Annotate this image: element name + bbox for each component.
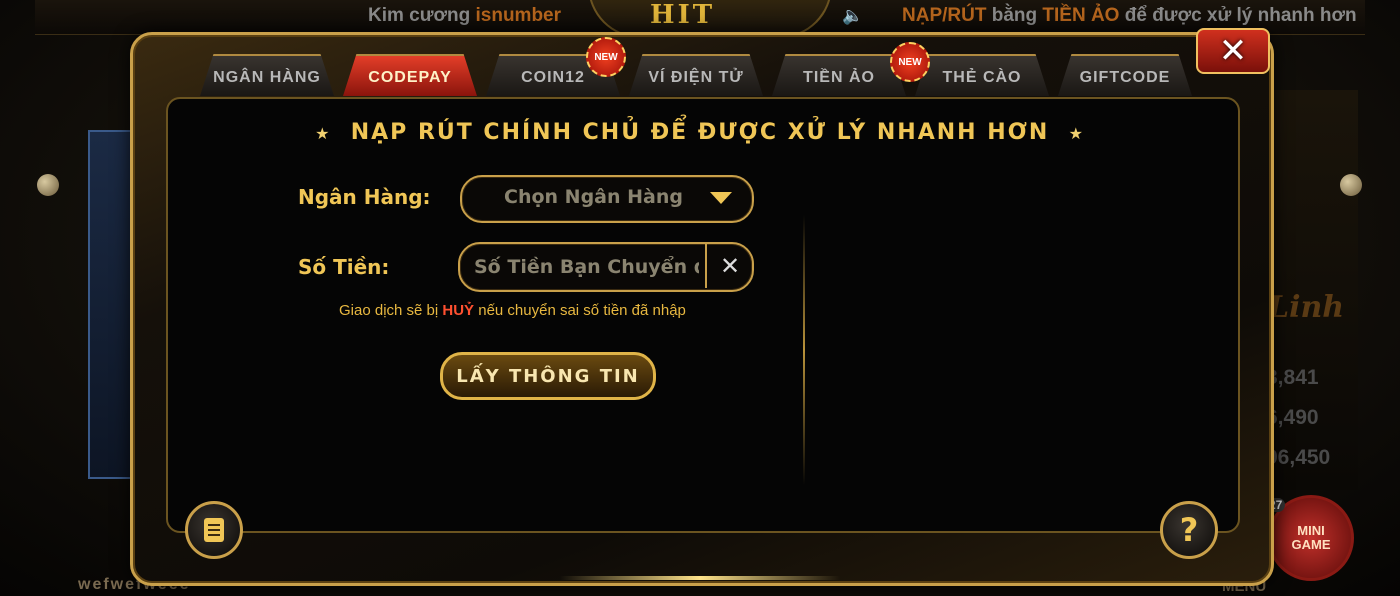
tab-label: NGÂN HÀNG: [213, 69, 321, 86]
get-info-button[interactable]: LẤY THÔNG TIN: [440, 352, 656, 400]
chevron-down-icon[interactable]: [710, 192, 732, 204]
tab-vi-dien-tu[interactable]: VÍ ĐIỆN TỬ: [629, 54, 763, 96]
bank-select-value: Chọn Ngân Hàng: [504, 186, 683, 208]
tab-label: GIFTCODE: [1079, 69, 1171, 86]
bottom-glow: [560, 576, 840, 580]
mini-game-label: MINI: [1297, 523, 1325, 538]
tab-giftcode[interactable]: GIFTCODE: [1058, 54, 1192, 96]
help-button[interactable]: ?: [1160, 501, 1218, 559]
tab-label: VÍ ĐIỆN TỬ: [648, 69, 744, 86]
speaker-icon[interactable]: 🔈: [842, 6, 863, 26]
jackpot-value: 96,450: [1266, 446, 1331, 469]
modal-content-panel: [166, 97, 1240, 533]
page-title: ★ NẠP RÚT CHÍNH CHỦ ĐỂ ĐƯỢC XỬ LÝ NHANH …: [315, 120, 1085, 145]
tab-label: TIỀN ẢO: [803, 69, 875, 86]
left-game-card[interactable]: [88, 130, 136, 479]
notes-icon: [204, 518, 224, 542]
game-name: Linh: [1268, 290, 1345, 325]
ornament-icon: [37, 174, 59, 196]
marquee-right: NẠP/RÚT bằng TIỀN ẢO để được xử lý nhanh…: [902, 5, 1357, 26]
history-button[interactable]: [185, 501, 243, 559]
close-icon: ✕: [1218, 31, 1248, 71]
close-icon: ✕: [719, 252, 741, 280]
new-badge: NEW: [890, 42, 930, 82]
hit-logo: HIT: [650, 0, 716, 30]
tab-codepay[interactable]: CODEPAY: [343, 54, 477, 96]
ornament-icon: [1340, 174, 1362, 196]
amount-label: Số Tiền:: [298, 255, 390, 279]
mini-game-label: GAME: [1291, 537, 1331, 552]
tab-the-cao[interactable]: THẺ CÀO: [915, 54, 1049, 96]
marquee-left: Kim cương isnumber: [368, 5, 562, 26]
tab-label: COIN12: [521, 69, 585, 86]
tab-tien-ao[interactable]: TIỀN ẢO: [772, 54, 906, 96]
amount-placeholder: Số Tiền Bạn Chuyển đ: [474, 256, 699, 278]
close-button[interactable]: ✕: [1196, 28, 1270, 74]
tab-ngan-hang[interactable]: NGÂN HÀNG: [200, 54, 334, 96]
clear-amount-button[interactable]: ✕: [705, 244, 753, 288]
tab-label: THẺ CÀO: [942, 69, 1022, 86]
bank-label: Ngân Hàng:: [298, 185, 431, 209]
tab-label: CODEPAY: [368, 69, 452, 86]
help-icon: ?: [1179, 511, 1199, 549]
get-info-label: LẤY THÔNG TIN: [456, 365, 640, 387]
panel-divider: [803, 215, 805, 485]
new-badge: NEW: [586, 37, 626, 77]
warning-text: Giao dịch sẽ bị HUỶ nếu chuyển sai số ti…: [339, 302, 686, 319]
